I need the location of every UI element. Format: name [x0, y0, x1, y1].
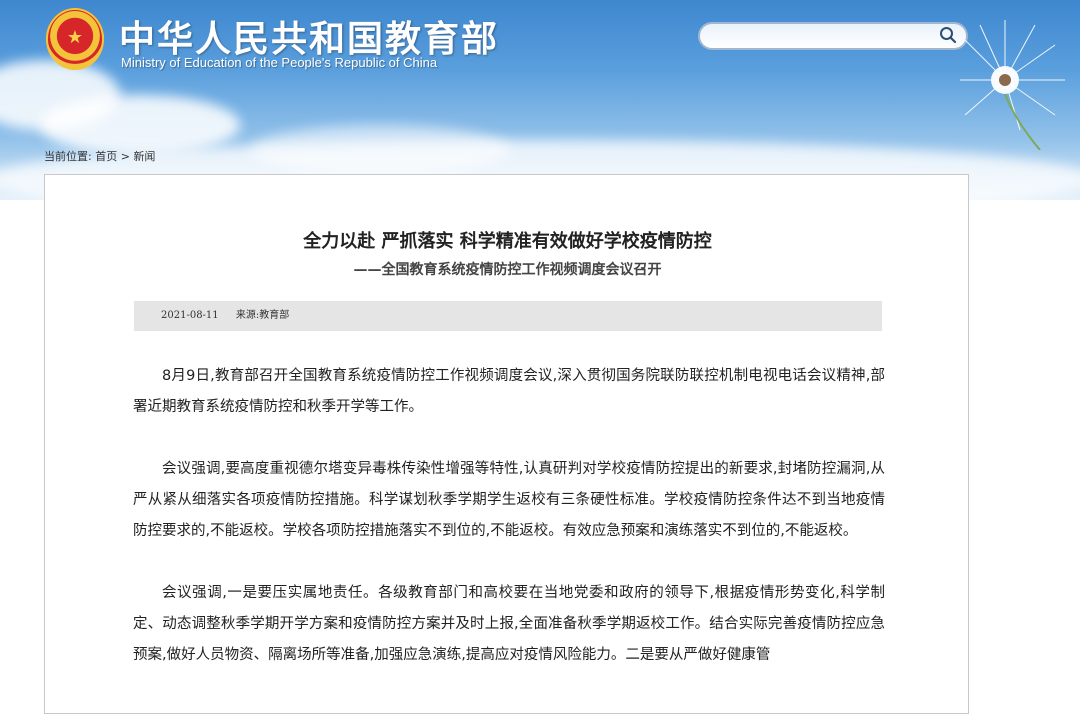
dandelion-decoration-icon: [960, 20, 1065, 150]
breadcrumb: 当前位置: 首页 > 新闻: [44, 148, 155, 164]
article-meta-bar: 2021-08-11 来源:教育部: [134, 301, 882, 331]
article-date: 2021-08-11: [161, 310, 219, 321]
breadcrumb-separator: >: [120, 150, 130, 163]
search-box[interactable]: [698, 22, 968, 50]
national-emblem-icon[interactable]: ★: [46, 8, 104, 70]
breadcrumb-label: 当前位置:: [44, 150, 92, 163]
article-container: 全力以赴 严抓落实 科学精准有效做好学校疫情防控 ——全国教育系统疫情防控工作视…: [44, 174, 969, 714]
article-title: 全力以赴 严抓落实 科学精准有效做好学校疫情防控: [303, 231, 712, 252]
site-subtitle: Ministry of Education of the People's Re…: [121, 55, 438, 70]
breadcrumb-home-link[interactable]: 首页: [95, 150, 117, 163]
cloud-decoration: [40, 95, 240, 155]
star-icon: ★: [66, 27, 84, 48]
breadcrumb-current-link[interactable]: 新闻: [133, 150, 155, 163]
article-source: 来源:教育部: [235, 310, 290, 321]
search-input[interactable]: [712, 27, 941, 47]
article-paragraph: 8月9日,教育部召开全国教育系统疫情防控工作视频调度会议,深入贯彻国务院联防联控…: [133, 368, 885, 415]
article-subtitle: ——全国教育系统疫情防控工作视频调度会议召开: [353, 262, 662, 278]
header-banner: ★ 中华人民共和国教育部 Ministry of Education of th…: [0, 0, 1080, 200]
article-paragraph: 会议强调,要高度重视德尔塔变异毒株传染性增强等特性,认真研判对学校疫情防控提出的…: [133, 461, 885, 539]
article-body: 8月9日,教育部召开全国教育系统疫情防控工作视频调度会议,深入贯彻国务院联防联控…: [133, 361, 885, 702]
search-icon[interactable]: [938, 26, 958, 46]
article-paragraph: 会议强调,一是要压实属地责任。各级教育部门和高校要在当地党委和政府的领导下,根据…: [133, 585, 885, 663]
